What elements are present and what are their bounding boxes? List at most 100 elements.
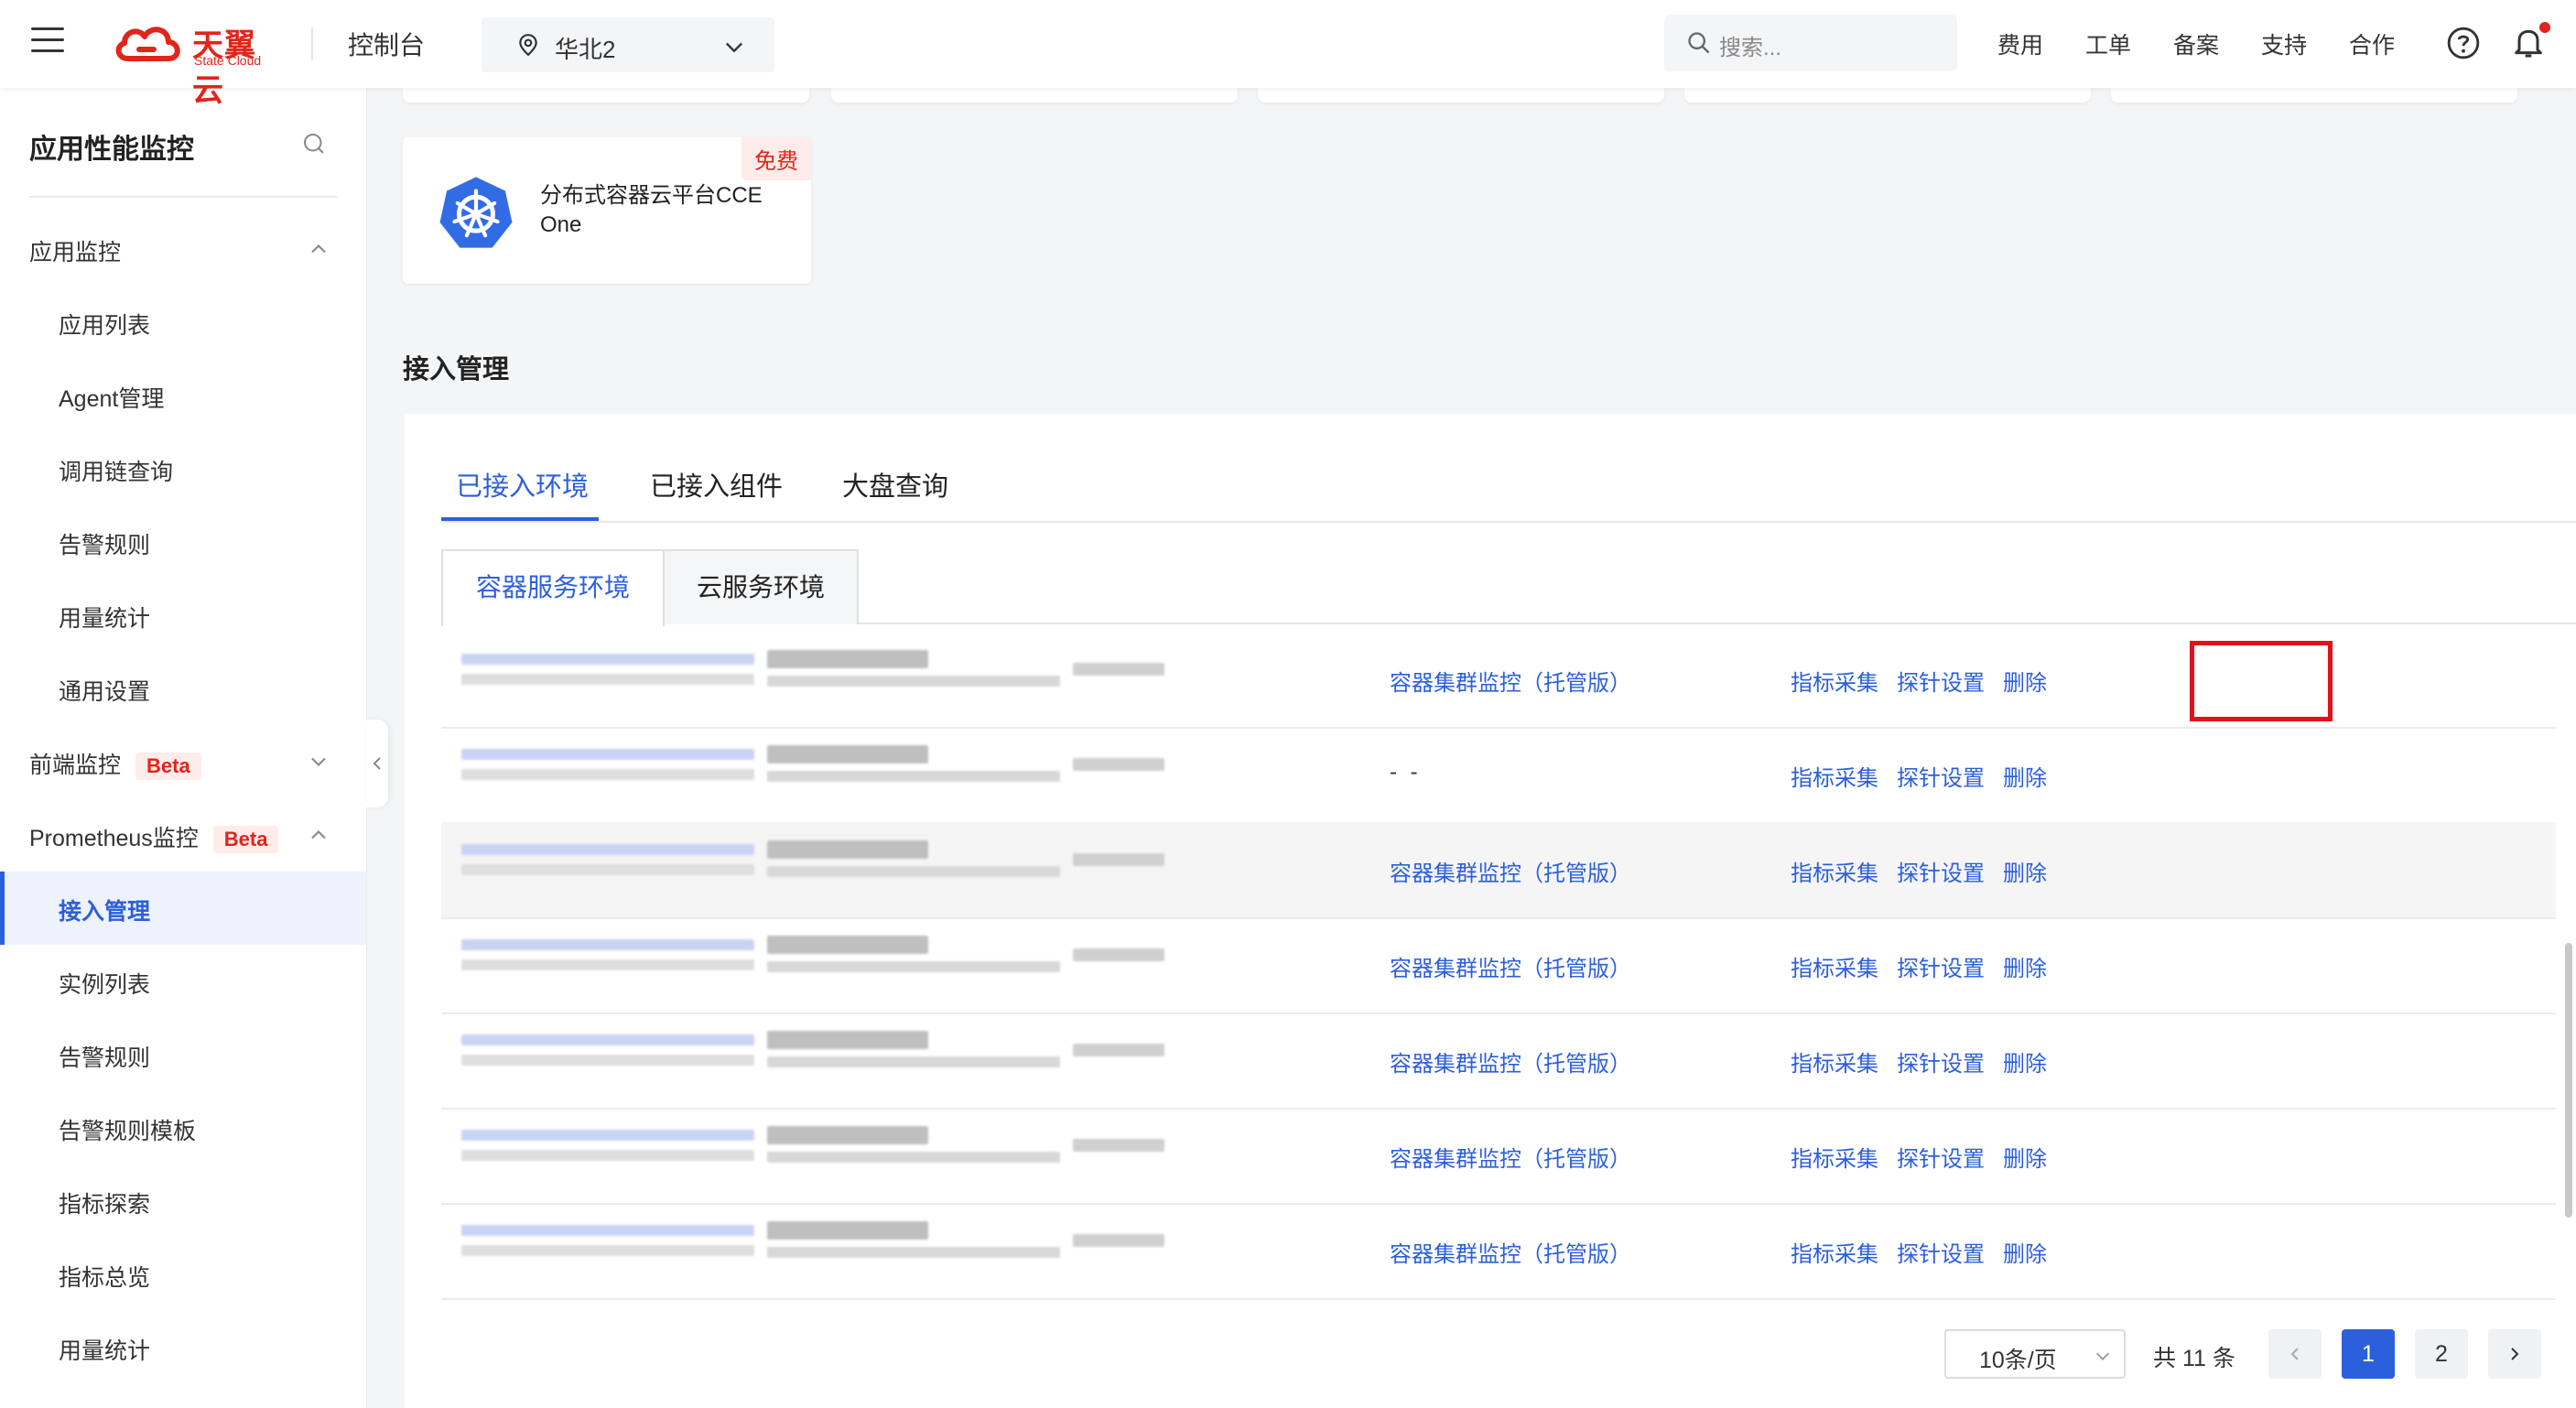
delete-link[interactable]: 删除 — [2003, 1045, 2047, 1078]
sidebar-item-label: 接入管理 — [59, 899, 151, 925]
redacted-text — [767, 961, 1060, 972]
metric-collection-link[interactable]: 指标采集 — [1791, 665, 1878, 697]
monitor-type-link[interactable]: 容器集群监控（托管版） — [1390, 1236, 1631, 1268]
prev-page-button[interactable] — [2268, 1329, 2322, 1379]
sidebar-item-label: 应用列表 — [59, 313, 151, 339]
delete-link[interactable]: 删除 — [2003, 665, 2047, 697]
probe-settings-link[interactable]: 探针设置 — [1897, 1236, 1985, 1268]
highlight-annotation — [2190, 641, 2332, 721]
sidebar-item-access-management[interactable]: 接入管理 — [0, 872, 366, 945]
redacted-text — [767, 866, 1060, 877]
delete-link[interactable]: 删除 — [2003, 760, 2047, 792]
section-title: 接入管理 — [403, 355, 510, 384]
sidebar-item-label: 通用设置 — [59, 679, 151, 705]
next-page-button[interactable] — [2488, 1329, 2541, 1379]
subtab-cloud-env[interactable]: 云服务环境 — [663, 549, 859, 624]
sidebar-collapse-toggle[interactable] — [366, 720, 388, 807]
sidebar-title: 应用性能监控 — [29, 135, 194, 165]
probe-settings-link[interactable]: 探针设置 — [1897, 855, 1985, 887]
monitor-type-link[interactable]: 容器集群监控（托管版） — [1390, 855, 1631, 887]
redacted-text — [461, 1034, 754, 1045]
table-row: 容器集群监控（托管版） 指标采集 探针设置 删除 — [441, 822, 2556, 919]
sidebar-item-metric-explore[interactable]: 指标探索 — [0, 1164, 366, 1238]
metric-collection-link[interactable]: 指标采集 — [1791, 760, 1878, 792]
table-row: 容器集群监控（托管版） 指标采集 探针设置 删除 — [441, 1108, 2556, 1205]
redacted-text — [1073, 1234, 1164, 1247]
divider — [311, 27, 313, 60]
sidebar-group-prometheus[interactable]: Prometheus监控 Beta — [0, 798, 366, 872]
search-icon[interactable] — [300, 130, 328, 157]
tab-connected-environments[interactable]: 已接入环境 — [456, 465, 589, 504]
product-card-cce-one[interactable]: 分布式容器云平台CCE One 免费 — [403, 137, 811, 284]
sidebar-item-usage[interactable]: 用量统计 — [0, 579, 366, 652]
region-selector[interactable]: 华北2 — [482, 17, 774, 72]
sidebar-item-agent[interactable]: Agent管理 — [0, 359, 366, 432]
delete-link[interactable]: 删除 — [2003, 1141, 2047, 1173]
chevron-left-icon — [373, 757, 381, 770]
sidebar-item-instance-list[interactable]: 实例列表 — [0, 945, 366, 1018]
page-size-select[interactable]: 10条/页 — [1944, 1329, 2126, 1379]
sidebar-item-prom-usage[interactable]: 用量统计 — [0, 1311, 366, 1384]
monitor-type-link[interactable]: 容器集群监控（托管版） — [1390, 665, 1631, 697]
sidebar-group-label-wrap: 前端监控 Beta — [29, 747, 201, 780]
tab-dashboard-query[interactable]: 大盘查询 — [842, 465, 948, 504]
sidebar-item-app-list[interactable]: 应用列表 — [0, 286, 366, 359]
help-icon[interactable] — [2446, 26, 2481, 60]
table-row: - - 指标采集 探针设置 删除 — [441, 727, 2556, 824]
sidebar-group-app-monitoring[interactable]: 应用监控 — [0, 212, 366, 286]
nav-link-support[interactable]: 支持 — [2261, 27, 2307, 60]
metric-collection-link[interactable]: 指标采集 — [1791, 950, 1878, 982]
sidebar-item-prom-alert-rules[interactable]: 告警规则 — [0, 1018, 366, 1091]
tab-connected-components[interactable]: 已接入组件 — [650, 465, 783, 504]
scrollbar[interactable] — [2565, 943, 2572, 1218]
delete-link[interactable]: 删除 — [2003, 855, 2047, 887]
redacted-text — [767, 676, 1060, 687]
product-card-edge — [831, 88, 1238, 103]
page-button-1[interactable]: 1 — [2342, 1329, 2395, 1379]
redacted-text — [767, 1247, 1060, 1258]
metric-collection-link[interactable]: 指标采集 — [1791, 1045, 1878, 1078]
table-row: 容器集群监控（托管版） 指标采集 探针设置 删除 — [441, 917, 2556, 1014]
redacted-text — [767, 1056, 1060, 1067]
monitor-type-link[interactable]: 容器集群监控（托管版） — [1390, 1045, 1631, 1078]
nav-link-tickets[interactable]: 工单 — [2085, 27, 2131, 60]
menu-icon[interactable] — [31, 27, 64, 55]
metric-collection-link[interactable]: 指标采集 — [1791, 1141, 1878, 1173]
probe-settings-link[interactable]: 探针设置 — [1897, 1141, 1985, 1173]
console-link[interactable]: 控制台 — [348, 26, 425, 62]
monitor-type-link[interactable]: 容器集群监控（托管版） — [1390, 950, 1631, 982]
sidebar-item-label: 调用链查询 — [59, 460, 174, 485]
nav-link-partner[interactable]: 合作 — [2349, 27, 2395, 60]
sidebar-item-settings[interactable]: 通用设置 — [0, 652, 366, 725]
product-card-edge — [1258, 88, 1664, 103]
product-card-name: 分布式容器云平台CCE One — [540, 183, 763, 237]
redacted-text — [767, 936, 928, 954]
delete-link[interactable]: 删除 — [2003, 1236, 2047, 1268]
monitor-type-link[interactable]: 容器集群监控（托管版） — [1390, 1141, 1631, 1173]
redacted-text — [461, 749, 754, 760]
kubernetes-icon — [439, 177, 513, 248]
search-input[interactable]: 搜索... — [1664, 15, 1957, 71]
sidebar-item-trace-query[interactable]: 调用链查询 — [0, 432, 366, 505]
probe-settings-link[interactable]: 探针设置 — [1897, 1045, 1985, 1078]
notification-dot — [2539, 22, 2550, 33]
chevron-down-icon — [2095, 1352, 2110, 1360]
probe-settings-link[interactable]: 探针设置 — [1897, 665, 1985, 697]
redacted-text — [1073, 853, 1164, 866]
metric-collection-link[interactable]: 指标采集 — [1791, 855, 1878, 887]
probe-settings-link[interactable]: 探针设置 — [1897, 950, 1985, 982]
sidebar-group-label: 前端监控 — [29, 753, 122, 778]
nav-link-fees[interactable]: 费用 — [1997, 27, 2043, 60]
sidebar-item-metric-overview[interactable]: 指标总览 — [0, 1238, 366, 1311]
logo[interactable]: 天翼云 State Cloud — [112, 18, 276, 108]
sidebar-group-frontend-monitoring[interactable]: 前端监控 Beta — [0, 725, 366, 798]
sidebar-item-alert-templates[interactable]: 告警规则模板 — [0, 1091, 366, 1164]
delete-link[interactable]: 删除 — [2003, 950, 2047, 982]
probe-settings-link[interactable]: 探针设置 — [1897, 760, 1985, 792]
metric-collection-link[interactable]: 指标采集 — [1791, 1236, 1878, 1268]
sidebar-item-alert-rules[interactable]: 告警规则 — [0, 505, 366, 579]
page-button-2[interactable]: 2 — [2415, 1329, 2468, 1379]
subtab-container-env[interactable]: 容器服务环境 — [441, 549, 665, 626]
nav-link-filing[interactable]: 备案 — [2173, 27, 2219, 60]
sidebar-item-label: 用量统计 — [59, 606, 151, 632]
